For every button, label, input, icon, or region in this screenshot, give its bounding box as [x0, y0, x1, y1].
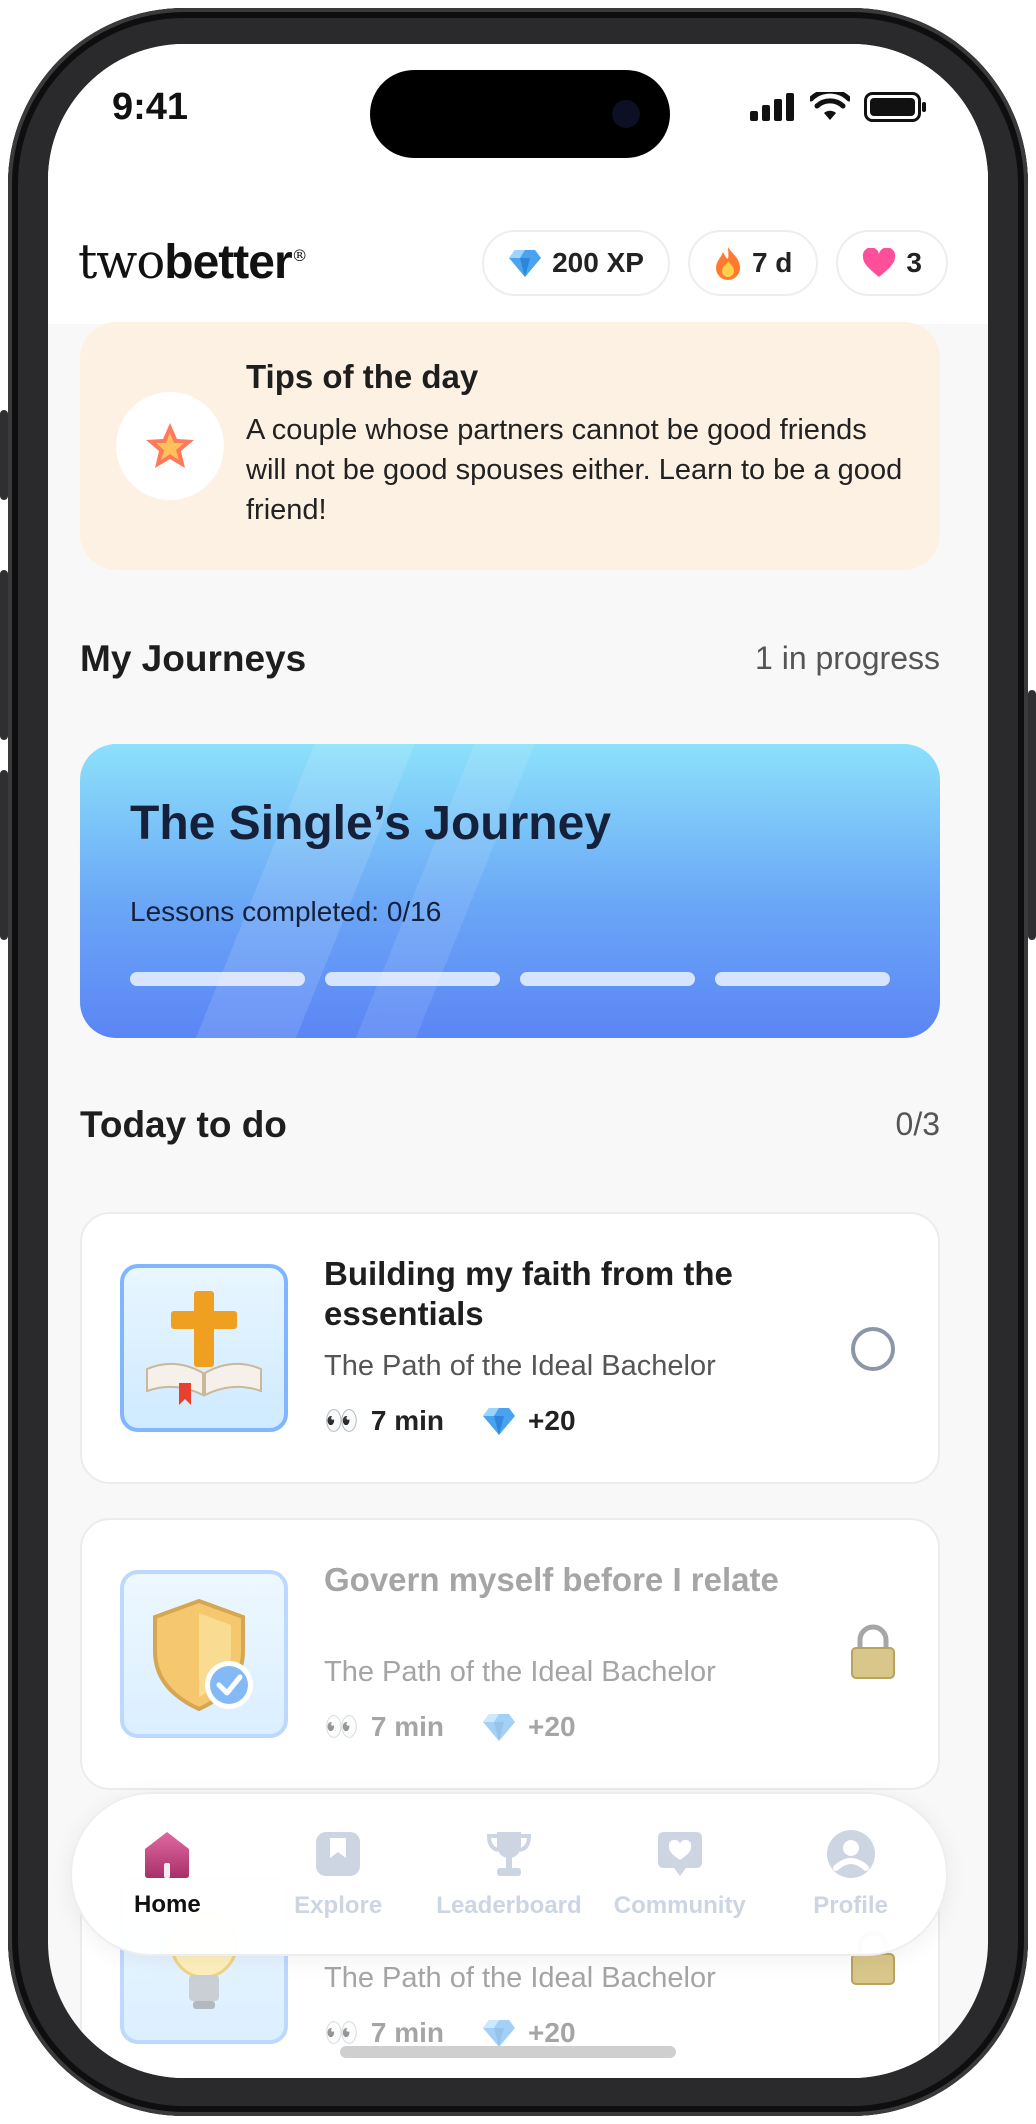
nav-label: Home: [134, 1891, 201, 1918]
home-indicator[interactable]: [340, 2046, 676, 2058]
empty-circle-icon: [851, 1327, 895, 1371]
nav-item-explore[interactable]: Explore: [255, 1828, 421, 1920]
task-duration: 7 min: [370, 1404, 445, 1436]
bookmark-icon: [316, 1832, 361, 1876]
hearts-value: 3: [906, 247, 922, 278]
tip-icon-circle: [116, 392, 224, 500]
dynamic-island: [370, 70, 670, 158]
journey-lessons-completed: Lessons completed: 0/16: [130, 896, 442, 927]
heart-icon: [863, 248, 896, 277]
tip-of-the-day-card: Tips of the day A couple whose partners …: [80, 322, 940, 570]
streak-value: 7 d: [751, 247, 793, 278]
nav-item-home[interactable]: Home: [84, 1829, 250, 1919]
home-icon: [145, 1832, 190, 1878]
status-bar: 9:41: [48, 44, 988, 214]
stats-bar: 200 XP 7 d 3: [482, 230, 948, 296]
task-thumbnail: [120, 1264, 288, 1432]
task-title: Govern myself before I relate: [324, 1561, 779, 1598]
progress-segment: [325, 972, 500, 986]
nav-item-community[interactable]: Community: [597, 1828, 763, 1920]
wifi-icon: [810, 92, 850, 120]
task-card[interactable]: Building my faith from the essentials Th…: [80, 1212, 940, 1484]
diamond-icon: [483, 2019, 516, 2047]
eyes-icon: 👀: [324, 1711, 359, 1742]
tip-title: Tips of the day: [246, 358, 479, 395]
journey-progress-bar: [130, 972, 890, 986]
journey-card[interactable]: The Single’s Journey Lessons completed: …: [80, 744, 940, 1038]
task-path: The Path of the Ideal Bachelor: [324, 1962, 716, 1994]
task-meta: 👀 7 min +20: [324, 1404, 576, 1437]
task-meta: 👀 7 min +20: [324, 2016, 576, 2049]
diamond-icon: [483, 1713, 516, 1741]
diamond-icon: [483, 1407, 516, 1435]
status-time: 9:41: [112, 86, 189, 128]
nav-label: Profile: [813, 1892, 888, 1919]
journeys-meta: 1 in progress: [755, 640, 940, 676]
shield-check-icon: [153, 1598, 253, 1712]
today-title: Today to do: [80, 1104, 287, 1145]
power-button: [1028, 690, 1036, 940]
task-title: Building my faith from the essentials: [324, 1255, 733, 1332]
journey-title: The Single’s Journey: [130, 797, 612, 850]
app-logo: twobetter®: [78, 234, 308, 290]
profile-icon: [826, 1830, 875, 1878]
bottom-nav: Home Explore Leaderboard Community Profi…: [70, 1792, 948, 1956]
lock-icon: [851, 1624, 895, 1679]
nav-item-profile[interactable]: Profile: [768, 1828, 934, 1920]
volume-up-button: [0, 570, 8, 740]
journeys-title: My Journeys: [80, 638, 307, 679]
eyes-icon: 👀: [324, 2017, 359, 2048]
task-checkbox[interactable]: [850, 1326, 896, 1377]
task-meta: 👀 7 min +20: [324, 1710, 576, 1743]
volume-down-button: [0, 770, 8, 940]
fire-icon: [715, 247, 740, 280]
hearts-pill[interactable]: 3: [836, 230, 948, 296]
camera-icon: [612, 100, 640, 128]
task-thumbnail: [120, 1570, 288, 1738]
xp-pill[interactable]: 200 XP: [482, 230, 670, 296]
status-icons: [750, 92, 928, 122]
nav-label: Community: [613, 1892, 746, 1919]
task-card[interactable]: Govern myself before I relate The Path o…: [80, 1518, 940, 1790]
heart-bubble-icon: [657, 1832, 702, 1876]
task-duration: 7 min: [370, 1710, 445, 1742]
app-screen: 9:41 twobetter® 200 XP 7 d 3 Tips of the…: [48, 44, 988, 2078]
trophy-icon: [486, 1832, 531, 1876]
progress-segment: [130, 972, 305, 986]
cellular-signal-icon: [750, 93, 794, 121]
nav-label: Leaderboard: [436, 1892, 582, 1919]
lock-status: [850, 1624, 896, 1685]
today-meta: 0/3: [895, 1106, 940, 1142]
xp-value: 200 XP: [552, 247, 644, 278]
star-sparkle-icon: [146, 423, 194, 468]
battery-icon: [864, 92, 926, 122]
tip-text: A couple whose partners cannot be good f…: [246, 414, 903, 526]
task-path: The Path of the Ideal Bachelor: [324, 1350, 716, 1382]
nav-item-leaderboard[interactable]: Leaderboard: [426, 1828, 592, 1920]
app-header: twobetter® 200 XP 7 d 3: [48, 194, 988, 324]
eyes-icon: 👀: [324, 1405, 359, 1436]
streak-pill[interactable]: 7 d: [687, 230, 819, 296]
action-button: [0, 410, 8, 500]
task-path: The Path of the Ideal Bachelor: [324, 1656, 716, 1688]
task-reward: +20: [528, 2016, 576, 2048]
task-duration: 7 min: [370, 2016, 445, 2048]
diamond-icon: [509, 250, 542, 277]
progress-segment: [715, 972, 890, 986]
nav-label: Explore: [294, 1892, 383, 1919]
task-reward: +20: [528, 1710, 576, 1742]
bible-cross-icon: [146, 1291, 262, 1405]
task-reward: +20: [528, 1404, 576, 1436]
progress-segment: [520, 972, 695, 986]
